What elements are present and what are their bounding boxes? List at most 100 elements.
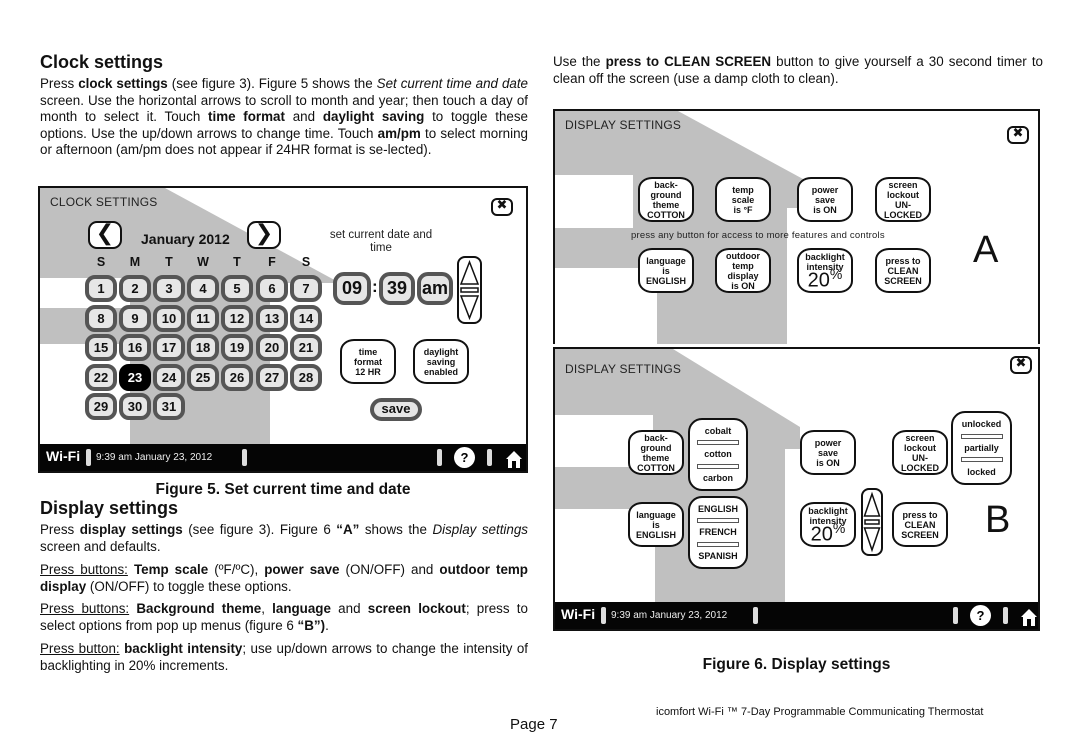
- close-icon[interactable]: ✖: [1007, 126, 1029, 144]
- power-save-button[interactable]: power save is ON: [797, 177, 853, 222]
- previous-month-button[interactable]: ❮: [88, 221, 122, 249]
- calendar-day[interactable]: 19: [221, 334, 253, 361]
- background-theme-button[interactable]: back-ground theme COTTON: [628, 430, 684, 475]
- calendar-day[interactable]: 6: [256, 275, 288, 302]
- calendar-day[interactable]: 10: [153, 304, 185, 332]
- backlight-intensity-button[interactable]: backlight intensity 20%: [800, 502, 856, 547]
- power-save-button[interactable]: power save is ON: [800, 430, 856, 475]
- up-arrow-icon[interactable]: [459, 259, 480, 285]
- calendar-day[interactable]: 16: [119, 334, 151, 361]
- language-popup[interactable]: ENGLISH FRENCH SPANISH: [688, 496, 748, 569]
- calendar-day[interactable]: 30: [119, 393, 151, 420]
- calendar-day[interactable]: 27: [256, 363, 288, 391]
- display-settings-screen-b: DISPLAY SETTINGS ✖ B Wi-Fi 9:39 am Janua…: [553, 347, 1040, 631]
- calendar-day[interactable]: 20: [256, 334, 288, 361]
- popup-option[interactable]: FRENCH: [699, 527, 737, 537]
- home-icon[interactable]: [1019, 607, 1039, 627]
- calendar-day[interactable]: 22: [85, 363, 117, 391]
- button-label-line: time: [358, 346, 378, 357]
- calendar-day[interactable]: 5: [221, 275, 253, 302]
- calendar-day[interactable]: 18: [187, 334, 219, 361]
- calendar-day[interactable]: 1: [85, 275, 117, 302]
- help-icon[interactable]: ?: [970, 605, 991, 626]
- figure-label-a: A: [973, 229, 999, 271]
- button-label-line: is ON: [731, 280, 755, 291]
- home-icon[interactable]: [504, 449, 524, 469]
- clean-screen-button[interactable]: press to CLEAN SCREEN: [875, 248, 931, 293]
- screen-lockout-button[interactable]: screen lockout UN- LOCKED: [892, 430, 948, 475]
- button-label-line: is °F: [733, 204, 753, 215]
- button-label-line: lockout: [903, 442, 936, 453]
- calendar-day[interactable]: 29: [85, 393, 117, 420]
- calendar-day[interactable]: 26: [221, 363, 253, 391]
- popup-option[interactable]: unlocked: [962, 419, 1002, 429]
- backlight-value: 20%: [810, 520, 846, 546]
- option-separator: [960, 457, 1003, 463]
- popup-option[interactable]: ENGLISH: [698, 504, 738, 514]
- popup-option[interactable]: cobalt: [705, 426, 732, 436]
- language-button[interactable]: language is ENGLISH: [628, 502, 684, 547]
- calendar-day[interactable]: 17: [153, 334, 185, 361]
- button-label-line: save: [817, 447, 839, 458]
- button-label-line: press to: [885, 255, 921, 266]
- option-separator: [697, 518, 739, 524]
- button-label-line: CLEAN: [887, 265, 919, 276]
- ampm-toggle[interactable]: am: [417, 272, 453, 305]
- daylight-saving-button[interactable]: daylight saving enabled: [413, 339, 469, 384]
- popup-option[interactable]: cotton: [704, 449, 732, 459]
- language-button[interactable]: language is ENGLISH: [638, 248, 694, 293]
- screen-lockout-popup[interactable]: unlocked partially locked: [951, 411, 1012, 485]
- calendar-day[interactable]: 7: [290, 275, 322, 302]
- background-theme-button[interactable]: back-ground theme COTTON: [638, 177, 694, 222]
- calendar-day[interactable]: 13: [256, 304, 288, 332]
- next-month-button[interactable]: ❯: [247, 221, 281, 249]
- calendar-day-selected[interactable]: 23: [119, 363, 151, 391]
- divider-bar: [460, 287, 479, 293]
- backlight-up-down-control[interactable]: [861, 488, 883, 556]
- background-shape: [555, 111, 803, 344]
- calendar-day[interactable]: 28: [290, 363, 322, 391]
- help-icon[interactable]: ?: [454, 447, 475, 468]
- minute-field[interactable]: 39: [379, 272, 415, 305]
- calendar-day[interactable]: 24: [153, 363, 185, 391]
- close-icon[interactable]: ✖: [1010, 356, 1032, 374]
- calendar-day[interactable]: 11: [187, 304, 219, 332]
- popup-option[interactable]: SPANISH: [698, 551, 737, 561]
- up-arrow-icon[interactable]: [863, 491, 881, 517]
- button-label-line: language: [646, 255, 686, 266]
- backlight-value: 20%: [807, 266, 843, 292]
- calendar-day[interactable]: 21: [290, 334, 322, 361]
- clean-screen-button[interactable]: press to CLEAN SCREEN: [892, 502, 948, 547]
- outdoor-temp-display-button[interactable]: outdoortempdisplayis ON: [715, 248, 771, 293]
- clock-settings-paragraph: Press clock settings (see figure 3). Fig…: [40, 76, 528, 158]
- button-label-line: ground: [640, 442, 672, 453]
- status-bar: Wi-Fi 9:39 am January 23, 2012 ?: [555, 602, 1038, 629]
- time-up-down-control[interactable]: [457, 256, 482, 324]
- calendar-day[interactable]: 31: [153, 393, 185, 420]
- temp-scale-button[interactable]: tempscaleis °F: [715, 177, 771, 222]
- screen-lockout-button[interactable]: screen lockout UN- LOCKED: [875, 177, 931, 222]
- backlight-intensity-button[interactable]: backlight intensity 20%: [797, 248, 853, 293]
- popup-option[interactable]: partially: [964, 443, 999, 453]
- hour-field[interactable]: 09: [333, 272, 371, 305]
- calendar-day[interactable]: 8: [85, 304, 117, 332]
- calendar-day[interactable]: 4: [187, 275, 219, 302]
- calendar-day[interactable]: 12: [221, 304, 253, 332]
- button-label-line: is ON: [816, 457, 840, 468]
- calendar-day[interactable]: 25: [187, 363, 219, 391]
- time-format-button[interactable]: time format 12 HR: [340, 339, 396, 384]
- popup-option[interactable]: locked: [967, 467, 996, 477]
- figure-5-caption: Figure 5. Set current time and date: [155, 481, 411, 498]
- calendar-day[interactable]: 2: [119, 275, 151, 302]
- down-arrow-icon[interactable]: [459, 295, 480, 321]
- down-arrow-icon[interactable]: [863, 527, 881, 553]
- background-theme-popup[interactable]: cobalt cotton carbon: [688, 418, 748, 491]
- close-icon[interactable]: ✖: [491, 198, 513, 216]
- calendar-day[interactable]: 14: [290, 304, 322, 332]
- popup-option[interactable]: carbon: [703, 473, 733, 483]
- calendar-day[interactable]: 15: [85, 334, 117, 361]
- calendar-day[interactable]: 9: [119, 304, 151, 332]
- save-button[interactable]: save: [370, 398, 422, 421]
- calendar-day[interactable]: 3: [153, 275, 185, 302]
- status-bar: Wi-Fi 9:39 am January 23, 2012 ?: [40, 444, 526, 471]
